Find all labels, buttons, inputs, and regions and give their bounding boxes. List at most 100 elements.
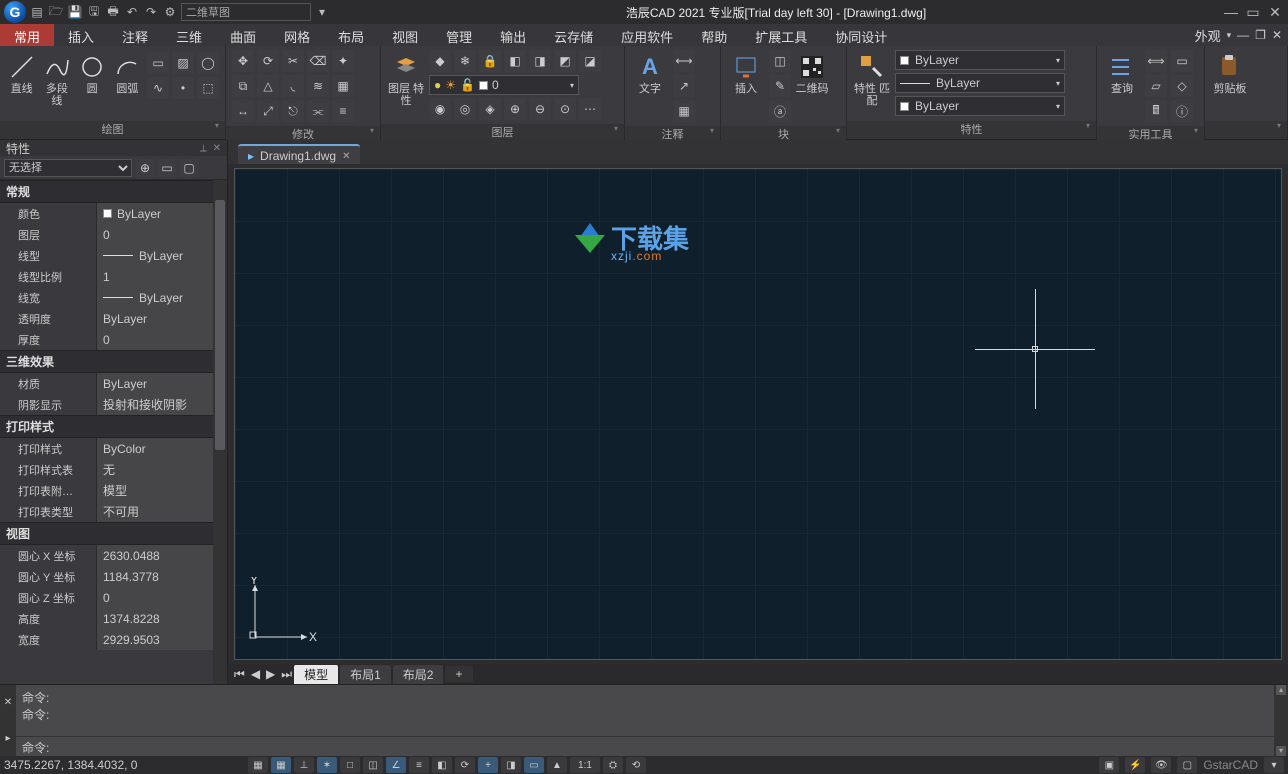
hatch-icon[interactable]: ▨	[172, 52, 194, 74]
property-row[interactable]: 线型比例1	[0, 266, 227, 287]
property-row[interactable]: 颜色ByLayer	[0, 203, 227, 224]
layer-off-icon[interactable]: ◩	[554, 50, 576, 72]
calc-icon[interactable]: 🖩	[1145, 100, 1167, 122]
category-header[interactable]: 打印样式	[0, 415, 227, 438]
isolate-icon[interactable]: 👁	[1151, 757, 1171, 773]
quickselect-icon[interactable]: ◇	[1171, 75, 1193, 97]
property-row[interactable]: 线型ByLayer	[0, 245, 227, 266]
layer-walk-icon[interactable]: ◈	[479, 98, 501, 120]
open-icon[interactable]: 🗁	[48, 4, 64, 20]
model-toggle[interactable]: ▭	[524, 757, 544, 773]
area-icon[interactable]: ▱	[1145, 75, 1167, 97]
layout-first-icon[interactable]: ⏮	[234, 667, 245, 682]
grid-toggle[interactable]: ▦	[271, 757, 291, 773]
cycle-toggle[interactable]: ⟳	[455, 757, 475, 773]
layer-state-icon[interactable]: ◆	[429, 50, 451, 72]
clean-screen-icon[interactable]: ▢	[1177, 757, 1197, 773]
quick-select-icon[interactable]: ⊕	[136, 159, 154, 177]
layout-next-icon[interactable]: ▶	[266, 667, 275, 682]
move-icon[interactable]: ✥	[232, 50, 254, 72]
inquiry-button[interactable]: 查询	[1103, 50, 1141, 95]
panel-close-icon[interactable]: ✕	[213, 143, 221, 154]
text-button[interactable]: A 文字	[631, 50, 669, 95]
lwt-toggle[interactable]: ≡	[409, 757, 429, 773]
workspace-dropdown-icon[interactable]: ▾	[314, 4, 330, 20]
selection-filter[interactable]: 无选择	[4, 159, 132, 177]
osnap-toggle[interactable]: □	[340, 757, 360, 773]
category-header[interactable]: 三维效果	[0, 350, 227, 373]
menu-tab-7[interactable]: 视图	[378, 24, 432, 46]
erase-icon[interactable]: ⌫	[307, 50, 329, 72]
tab-model[interactable]: 模型	[294, 665, 338, 684]
property-row[interactable]: 透明度ByLayer	[0, 308, 227, 329]
doc-minimize-icon[interactable]: —	[1237, 28, 1249, 42]
property-row[interactable]: 打印样式表无	[0, 459, 227, 480]
property-row[interactable]: 圆心 Z 坐标0	[0, 587, 227, 608]
spline-icon[interactable]: ∿	[147, 77, 169, 99]
annoscale-toggle[interactable]: 1:1	[570, 757, 600, 773]
layer-cur-icon[interactable]: ⊙	[554, 98, 576, 120]
id-icon[interactable]: ⓘ	[1171, 100, 1193, 122]
line-button[interactable]: 直线	[6, 50, 37, 95]
annoreset-toggle[interactable]: ⟲	[626, 757, 646, 773]
otrack-toggle[interactable]: ∠	[386, 757, 406, 773]
property-row[interactable]: 阴影显示投射和接收阴影	[0, 394, 227, 415]
layer-prev-icon[interactable]: ◎	[454, 98, 476, 120]
menu-tab-3[interactable]: 三维	[162, 24, 216, 46]
menu-tab-2[interactable]: 注释	[108, 24, 162, 46]
scale-icon[interactable]: ⤢	[257, 100, 279, 122]
menu-tab-10[interactable]: 云存储	[540, 24, 607, 46]
dyn-toggle[interactable]: +	[478, 757, 498, 773]
customize-status-icon[interactable]: ▾	[1264, 757, 1284, 773]
panel-layer-title[interactable]: 图层	[381, 124, 624, 140]
doc-restore-icon[interactable]: ❐	[1255, 28, 1266, 42]
undo-icon[interactable]: ↶	[124, 4, 140, 20]
leader-icon[interactable]: ↗	[673, 75, 695, 97]
ellipse-icon[interactable]: ◯	[197, 52, 219, 74]
dist-icon[interactable]: ⟺	[1145, 50, 1167, 72]
pickadd-icon[interactable]: ▭	[158, 159, 176, 177]
new-icon[interactable]: ▤	[29, 4, 45, 20]
menu-tab-11[interactable]: 应用软件	[607, 24, 687, 46]
layer-properties-button[interactable]: 图层 特性	[387, 50, 425, 107]
property-row[interactable]: 厚度0	[0, 329, 227, 350]
menu-tab-4[interactable]: 曲面	[216, 24, 270, 46]
layer-match-icon[interactable]: ◉	[429, 98, 451, 120]
menu-tab-9[interactable]: 输出	[486, 24, 540, 46]
property-row[interactable]: 打印样式ByColor	[0, 438, 227, 459]
menu-tab-8[interactable]: 管理	[432, 24, 486, 46]
mirror-icon[interactable]: △	[257, 75, 279, 97]
layer-on-icon[interactable]: ◪	[579, 50, 601, 72]
property-row[interactable]: 圆心 X 坐标2630.0488	[0, 545, 227, 566]
panel-pin-icon[interactable]: ⟂	[200, 143, 207, 154]
align-icon[interactable]: ≡	[332, 100, 354, 122]
print-icon[interactable]: 🖶	[105, 4, 121, 20]
tab-layout1[interactable]: 布局1	[340, 665, 391, 684]
property-row[interactable]: 材质ByLayer	[0, 373, 227, 394]
insert-button[interactable]: 插入	[727, 50, 765, 95]
polyline-button[interactable]: 多段线	[41, 50, 72, 107]
arc-button[interactable]: 圆弧	[112, 50, 143, 95]
minimize-icon[interactable]: —	[1222, 4, 1240, 21]
menu-tab-12[interactable]: 帮助	[687, 24, 741, 46]
hardware-accel-icon[interactable]: ⚡	[1125, 757, 1145, 773]
maximize-viewport-icon[interactable]: ▣	[1099, 757, 1119, 773]
menu-tab-14[interactable]: 协同设计	[821, 24, 901, 46]
layer-del-icon[interactable]: ⊖	[529, 98, 551, 120]
cmd-close-icon[interactable]: ✕	[4, 697, 12, 708]
document-tab[interactable]: ▸ Drawing1.dwg ✕	[238, 144, 360, 164]
paste-button[interactable]: 剪贴板	[1211, 50, 1249, 95]
category-header[interactable]: 常规	[0, 180, 227, 203]
join-icon[interactable]: ⫘	[307, 100, 329, 122]
select-objects-icon[interactable]: ▢	[180, 159, 198, 177]
array-icon[interactable]: ▦	[332, 75, 354, 97]
iso-toggle[interactable]: ▲	[547, 757, 567, 773]
layer-more-icon[interactable]: ⋯	[579, 98, 601, 120]
property-row[interactable]: 图层0	[0, 224, 227, 245]
point-icon[interactable]: •	[172, 77, 194, 99]
table-icon[interactable]: ▦	[673, 100, 695, 122]
menu-tab-6[interactable]: 布局	[324, 24, 378, 46]
transparency-toggle[interactable]: ◧	[432, 757, 452, 773]
close-icon[interactable]: ✕	[1266, 4, 1284, 21]
tab-layout2[interactable]: 布局2	[393, 665, 444, 684]
